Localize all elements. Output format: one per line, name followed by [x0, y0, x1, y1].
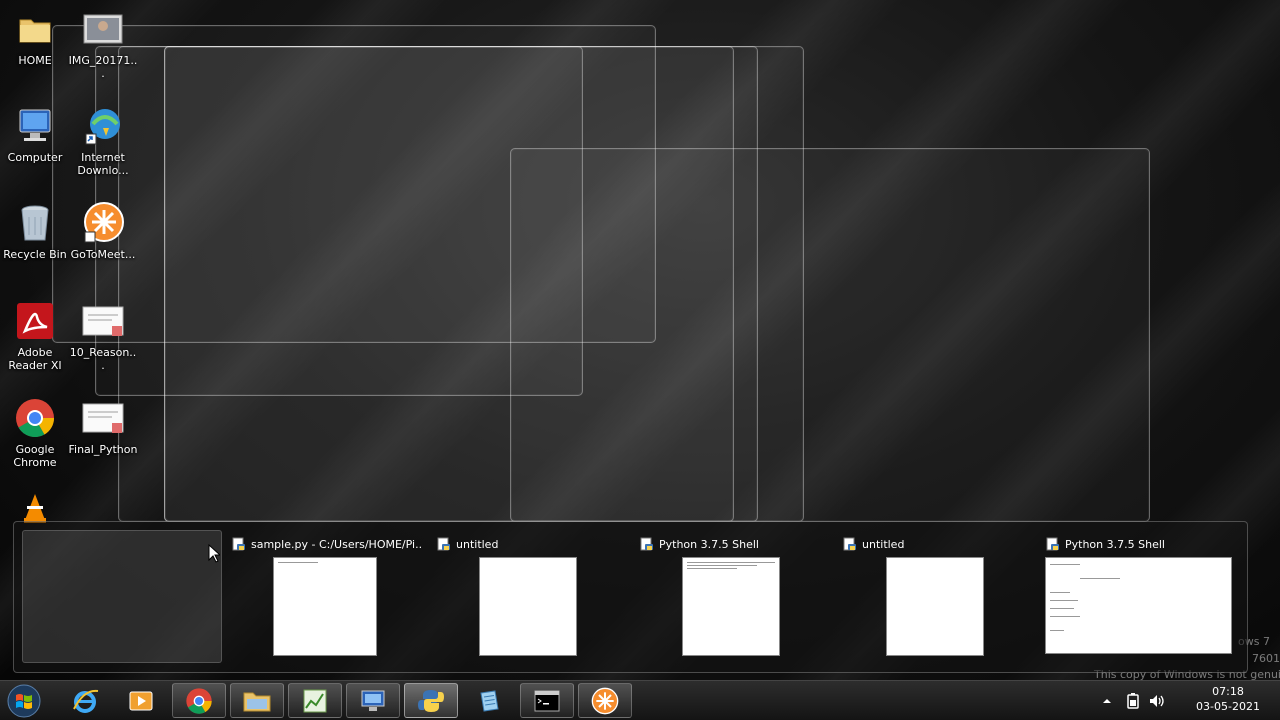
desktop-icon-image[interactable]: IMG_20171... [68, 4, 138, 94]
desktop-icon-label: Google Chrome [13, 443, 57, 469]
system-tray [1100, 683, 1166, 718]
notepad-icon [480, 689, 499, 712]
window-thumbnail[interactable] [682, 557, 780, 656]
thumbnail-title-text: untitled [862, 537, 905, 551]
adobe-reader-icon [14, 300, 56, 342]
volume-icon[interactable] [1148, 692, 1166, 710]
desktop-icon-label: IMG_20171... [68, 54, 138, 80]
desktop-icon-label: Recycle Bin [3, 248, 67, 261]
gotomeeting-icon [82, 202, 124, 244]
taskbar-python[interactable] [404, 683, 458, 718]
media-player-icon [129, 691, 153, 710]
document-file-icon [82, 300, 124, 342]
peek-window-outline [510, 148, 1150, 522]
taskbar-notepad[interactable] [462, 683, 516, 718]
clock-date: 03-05-2021 [1196, 700, 1260, 713]
thumbnail-title-text: sample.py - C:/Users/HOME/Pi... [251, 537, 422, 551]
image-file-icon [82, 8, 124, 50]
desktop-icon-label: Internet Downlo... [77, 151, 129, 177]
desktop-icon-computer[interactable]: Computer [0, 101, 70, 191]
desktop-icon-label: 10_Reason... [69, 346, 137, 372]
desktop-icon-label: HOME [18, 54, 52, 67]
thumbnail-title[interactable]: untitled [437, 535, 617, 553]
taskbar-gotomeeting[interactable] [578, 683, 632, 718]
document-file-icon [82, 397, 124, 439]
desktop-icon-idm[interactable]: Internet Downlo... [68, 101, 138, 191]
command-prompt-icon [534, 690, 560, 711]
chrome-icon [14, 397, 56, 439]
internet-explorer-icon [73, 689, 99, 713]
python-file-icon [1046, 537, 1059, 551]
thumbnail-title[interactable]: Python 3.7.5 Shell [640, 535, 820, 553]
window-thumbnail[interactable] [479, 557, 577, 656]
thumbnail-title[interactable]: Python 3.7.5 Shell [1046, 535, 1236, 553]
folder-icon [243, 692, 271, 711]
computer-icon [14, 105, 56, 147]
thumbnail-title[interactable]: sample.py - C:/Users/HOME/Pi... [232, 535, 422, 553]
python-file-icon [843, 537, 856, 551]
window-thumbnail[interactable] [273, 557, 377, 656]
show-hidden-icons-icon[interactable] [1100, 694, 1114, 708]
desktop-icon-label: GoToMeet... [70, 248, 136, 261]
desktop-icon-label: Adobe Reader XI [8, 346, 62, 372]
desktop-icon-gotomeeting[interactable]: GoToMeet... [68, 198, 138, 288]
desktop-icon-chrome[interactable]: Google Chrome [0, 393, 70, 483]
chrome-icon [186, 687, 212, 714]
window-thumbnail[interactable] [1045, 557, 1232, 654]
taskbar-clock[interactable]: 07:18 03-05-2021 [1186, 684, 1270, 718]
start-button[interactable] [4, 683, 44, 719]
taskbar-command-prompt[interactable] [520, 683, 574, 718]
desktop-icon-adobe-reader[interactable]: Adobe Reader XI [0, 296, 70, 386]
python-file-icon [232, 537, 245, 551]
clock-time: 07:18 [1212, 685, 1244, 698]
taskbar-remote-desktop[interactable] [346, 683, 400, 718]
thumbnail-title-text: Python 3.7.5 Shell [659, 537, 759, 551]
desktop-icon-label: Computer [7, 151, 63, 164]
thumbnail-title[interactable]: untitled [843, 535, 1023, 553]
gotomeeting-icon [591, 687, 619, 714]
internet-download-manager-icon [82, 105, 124, 147]
mouse-cursor-icon [208, 544, 220, 563]
desktop-icon-document[interactable]: 10_Reason... [68, 296, 138, 386]
folder-icon [14, 8, 56, 50]
desktop-icon-home[interactable]: HOME [0, 4, 70, 94]
monitor-icon [361, 690, 385, 711]
recycle-bin-icon [14, 202, 56, 244]
taskbar-media-player[interactable] [114, 683, 168, 718]
windows-logo-icon [7, 684, 41, 718]
taskbar-chrome[interactable] [172, 683, 226, 718]
window-thumbnail[interactable] [886, 557, 984, 656]
python-file-icon [437, 537, 450, 551]
python-file-icon [640, 537, 653, 551]
thumbnail-hover-highlight[interactable] [22, 530, 222, 663]
thumbnail-title-text: Python 3.7.5 Shell [1065, 537, 1165, 551]
chart-app-icon [303, 689, 327, 712]
battery-power-icon[interactable] [1124, 692, 1142, 710]
desktop-icon-document[interactable]: Final_Python [68, 393, 138, 483]
watermark-text: 7601 [1252, 652, 1280, 665]
taskbar-file-explorer[interactable] [230, 683, 284, 718]
taskbar-charts-app[interactable] [288, 683, 342, 718]
taskbar-internet-explorer[interactable] [58, 683, 112, 718]
desktop-icon-label: Final_Python [68, 443, 138, 456]
python-icon [418, 689, 444, 712]
desktop-icon-recycle-bin[interactable]: Recycle Bin [0, 198, 70, 288]
thumbnail-title-text: untitled [456, 537, 499, 551]
